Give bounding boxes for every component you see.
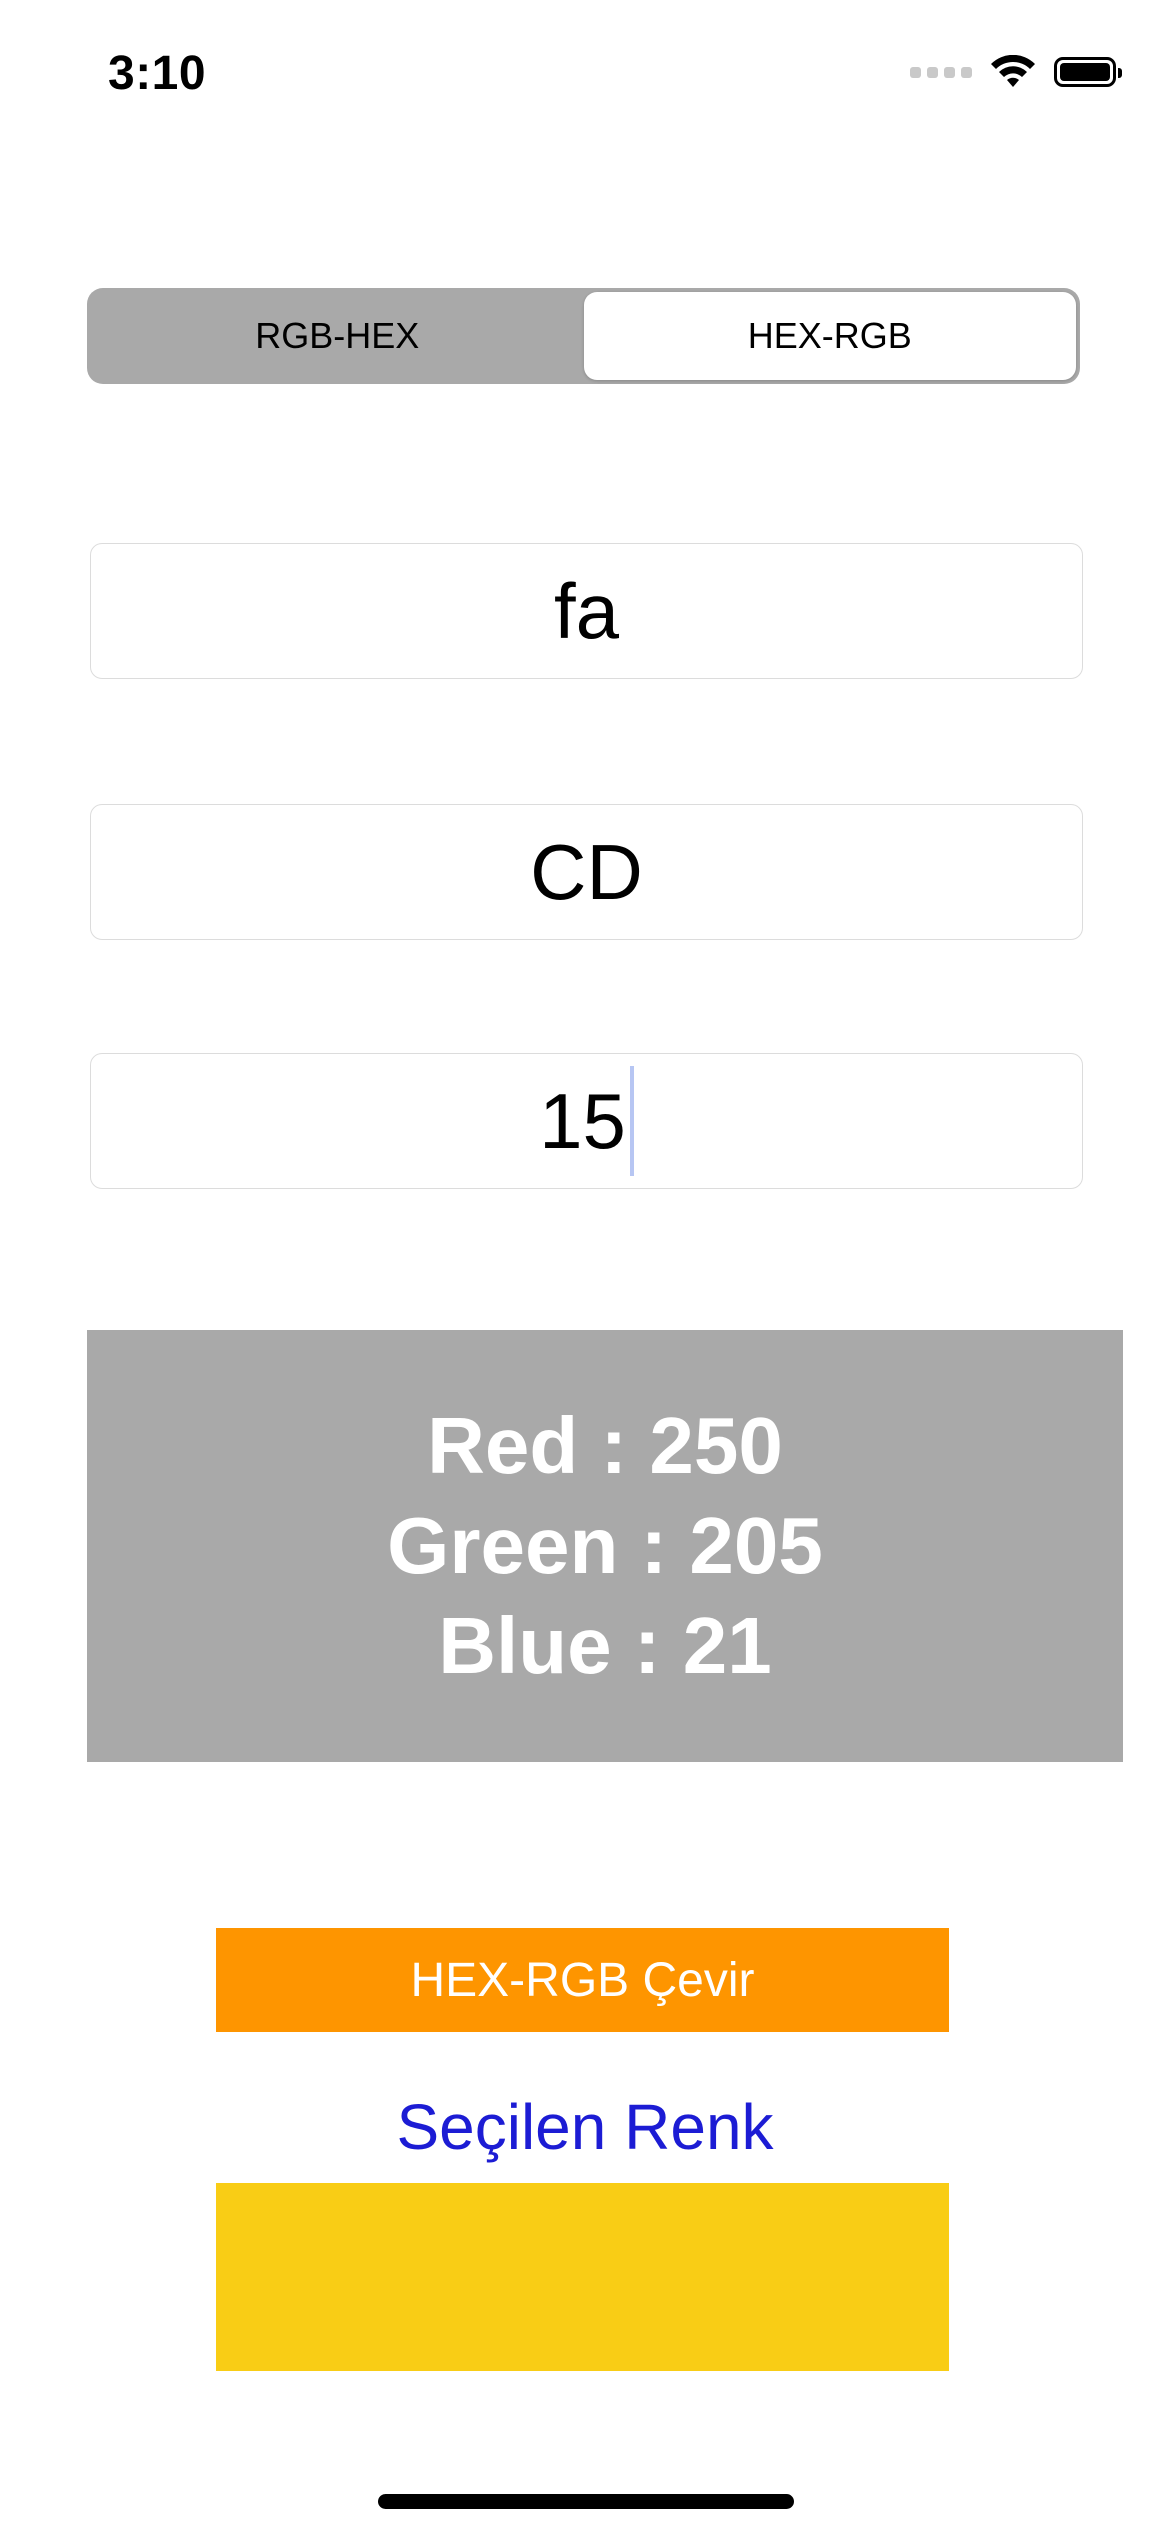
result-blue: Blue : 21 (438, 1601, 772, 1690)
cellular-signal-icon (910, 66, 972, 78)
battery-icon (1054, 57, 1122, 87)
convert-button[interactable]: HEX-RGB Çevir (216, 1928, 949, 2032)
selected-color-label: Seçilen Renk (396, 2091, 774, 2163)
status-icons (910, 50, 1122, 94)
wifi-icon (991, 55, 1035, 87)
result-panel: Red : 250 Green : 205 Blue : 21 (87, 1330, 1123, 1762)
result-green: Green : 205 (387, 1501, 823, 1590)
home-indicator[interactable] (378, 2494, 794, 2509)
blue-hex-value: 15 (539, 1076, 626, 1165)
green-hex-field[interactable]: CD (90, 804, 1083, 940)
selected-color-swatch (216, 2183, 949, 2371)
red-hex-field[interactable]: fa (90, 543, 1083, 679)
result-red: Red : 250 (427, 1401, 783, 1490)
segment-rgb-hex[interactable]: RGB-HEX (91, 292, 584, 380)
red-hex-value: fa (553, 566, 620, 655)
blue-hex-field[interactable]: 15 (90, 1053, 1083, 1189)
segment-hex-rgb[interactable]: HEX-RGB (583, 292, 1076, 380)
green-hex-value: CD (530, 827, 643, 916)
mode-segmented-control: RGB-HEX HEX-RGB (87, 288, 1080, 384)
text-cursor (629, 1066, 634, 1176)
status-time: 3:10 (108, 47, 207, 100)
